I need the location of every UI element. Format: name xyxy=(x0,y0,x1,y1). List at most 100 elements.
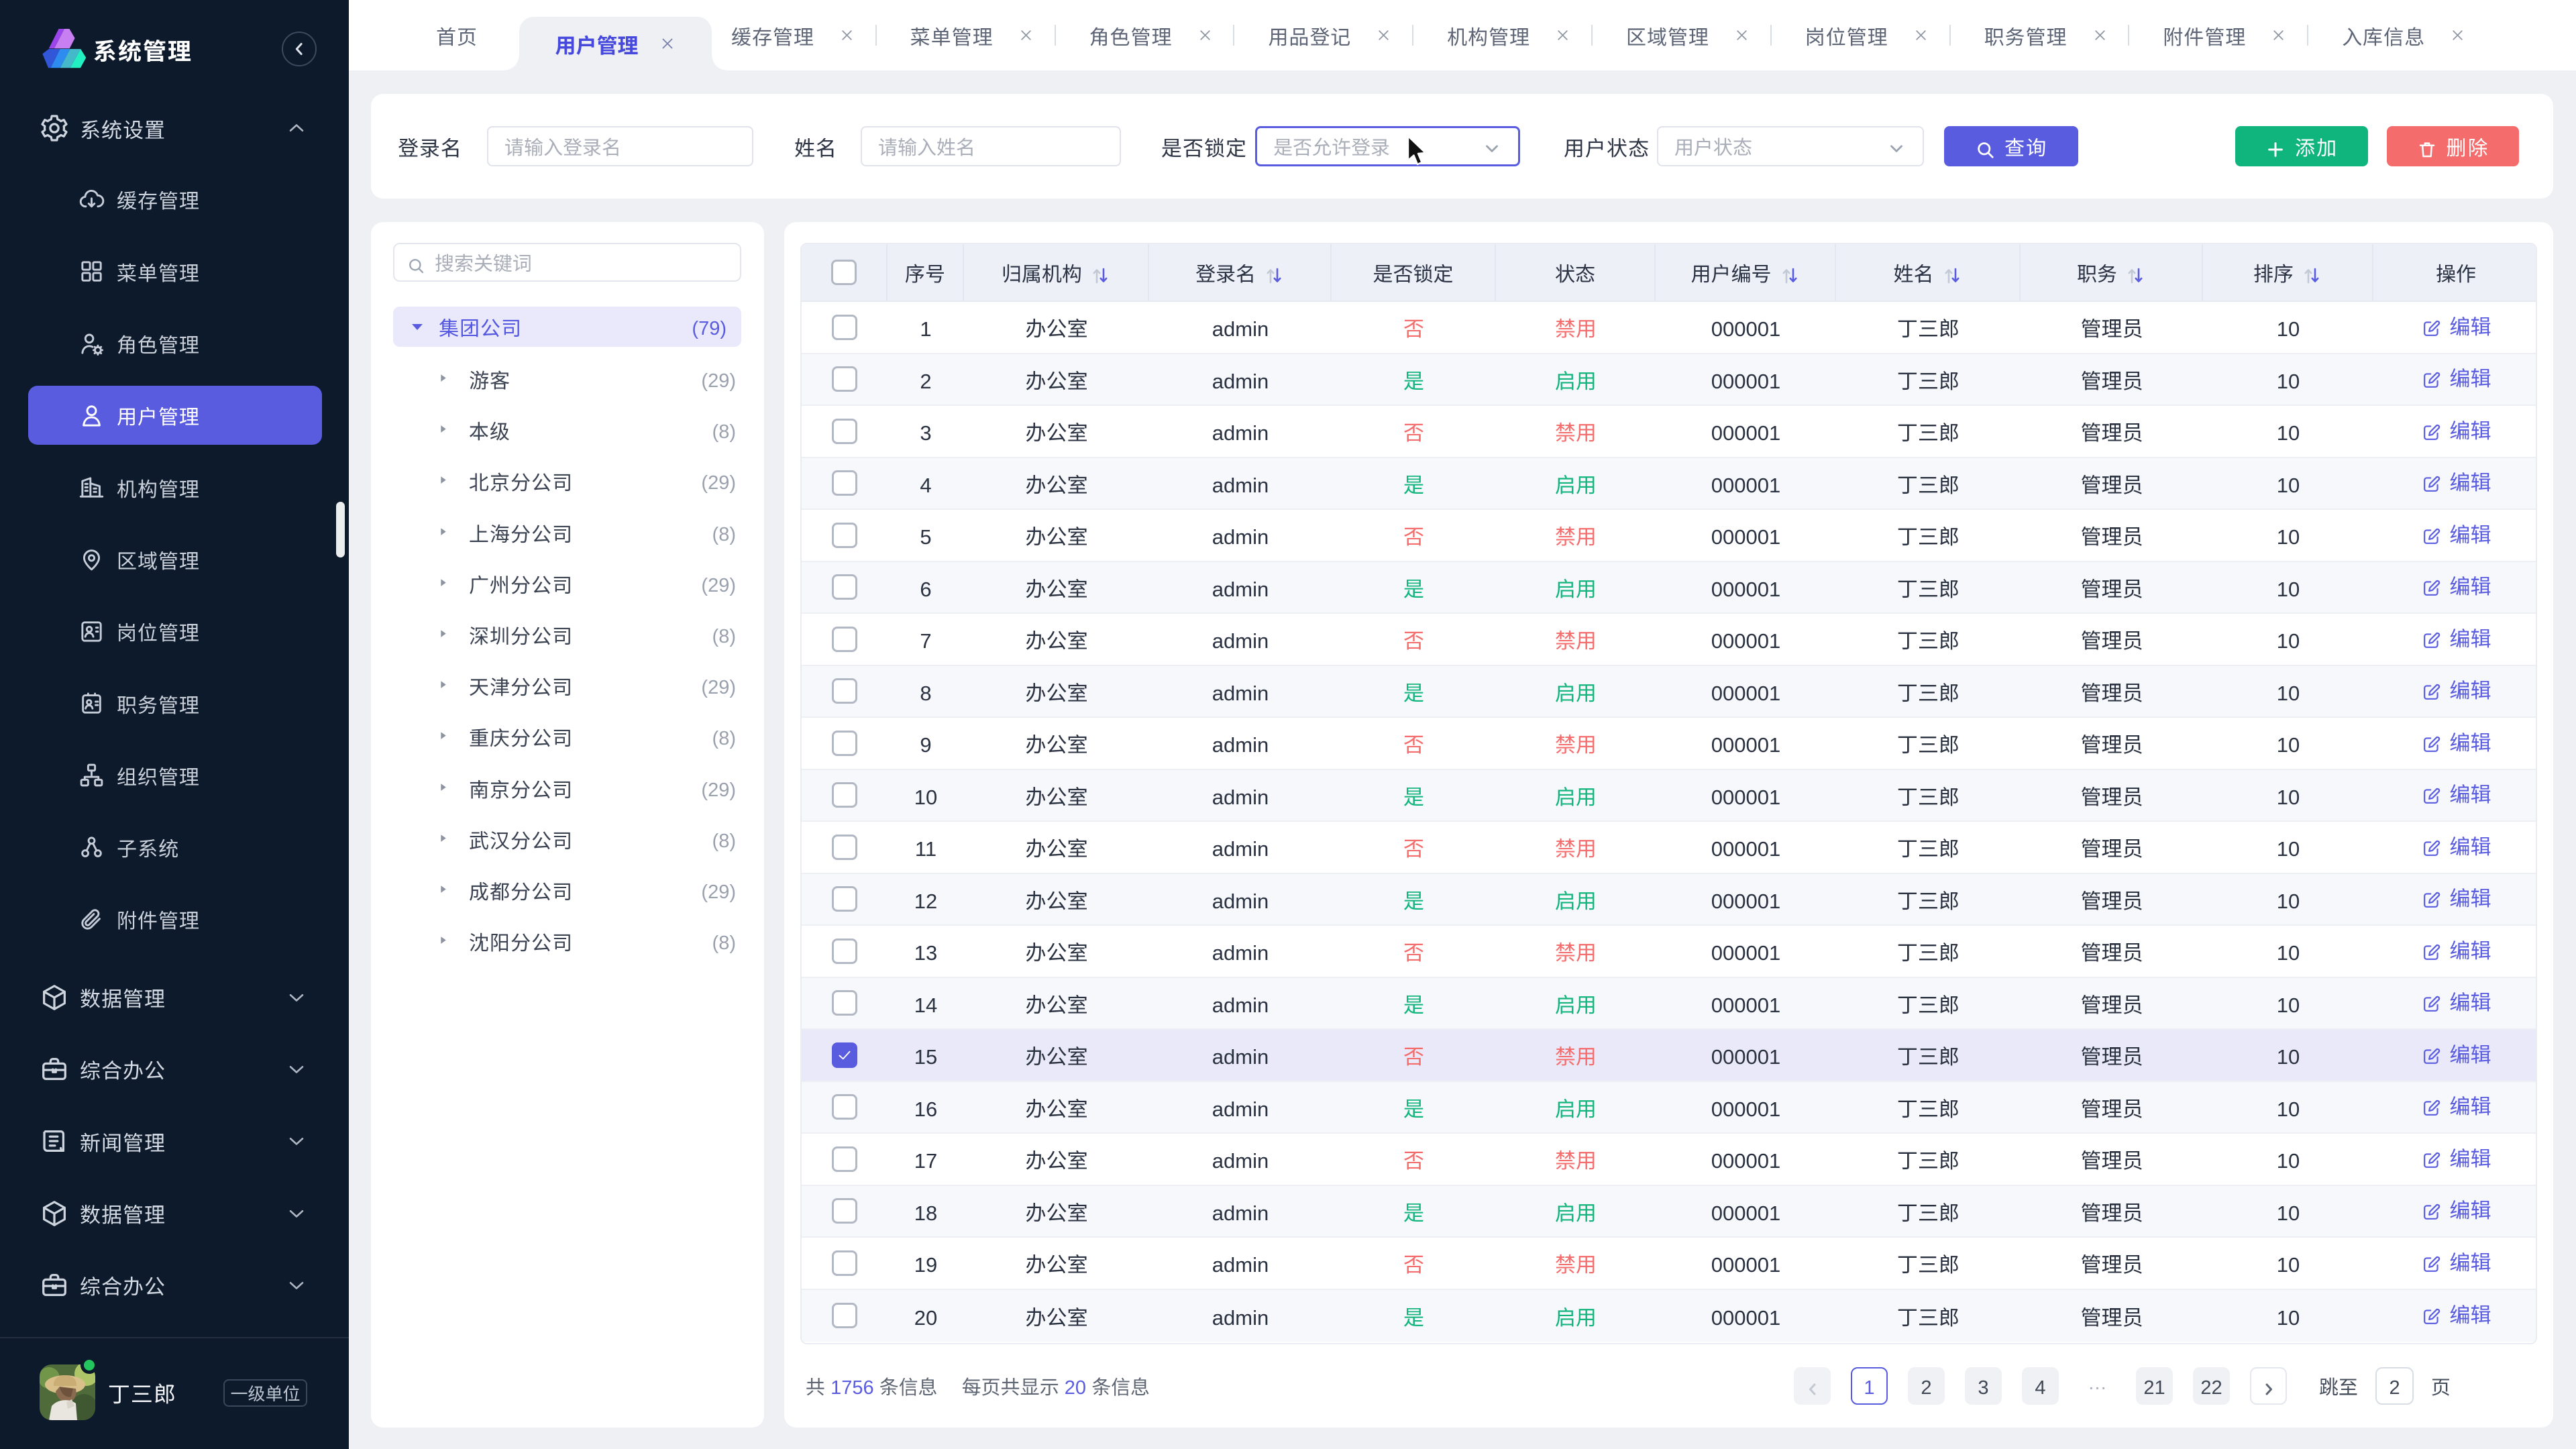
delete-button[interactable]: 删除 xyxy=(2387,126,2519,166)
sidebar-item-nodes[interactable]: 子系统 xyxy=(28,818,322,877)
sidebar-item-grid[interactable]: 菜单管理 xyxy=(28,242,322,301)
sort-icon[interactable] xyxy=(1780,262,1800,282)
sort-icon[interactable] xyxy=(1264,262,1284,282)
search-button[interactable]: 查询 xyxy=(1944,126,2078,166)
page-button-22[interactable]: 22 xyxy=(2193,1367,2230,1405)
page-button-3[interactable]: 3 xyxy=(1965,1367,2002,1405)
row-checkbox[interactable] xyxy=(832,1250,857,1276)
close-icon[interactable] xyxy=(1733,27,1750,44)
edit-button[interactable]: 编辑 xyxy=(2421,1089,2491,1120)
row-checkbox[interactable] xyxy=(832,574,857,600)
add-button[interactable]: 添加 xyxy=(2235,126,2368,166)
sort-icon[interactable] xyxy=(1942,262,1962,282)
tree-node-本级[interactable]: 本级(8) xyxy=(393,405,741,455)
tab-职务管理[interactable]: 职务管理 xyxy=(1984,0,2108,70)
caret-right-icon[interactable] xyxy=(437,831,449,847)
login-filter-input[interactable]: 请输入登录名 xyxy=(487,126,753,166)
edit-button[interactable]: 编辑 xyxy=(2421,934,2491,964)
caret-right-icon[interactable] xyxy=(437,933,449,949)
edit-button[interactable]: 编辑 xyxy=(2421,674,2491,704)
caret-right-icon[interactable] xyxy=(437,525,449,541)
edit-button[interactable]: 编辑 xyxy=(2421,777,2491,808)
row-checkbox[interactable] xyxy=(832,315,857,340)
column-header-职务[interactable]: 职务 xyxy=(2021,244,2203,302)
row-checkbox[interactable] xyxy=(832,731,857,756)
column-header-归属机构[interactable]: 归属机构 xyxy=(964,244,1149,302)
page-button-1[interactable]: 1 xyxy=(1851,1367,1888,1405)
prev-page-button[interactable] xyxy=(1794,1367,1831,1405)
sort-icon[interactable] xyxy=(1090,262,1110,282)
row-checkbox[interactable] xyxy=(832,470,857,496)
row-checkbox[interactable] xyxy=(832,366,857,392)
sidebar-scrollbar-thumb[interactable] xyxy=(336,502,345,557)
edit-button[interactable]: 编辑 xyxy=(2421,310,2491,340)
caret-right-icon[interactable] xyxy=(437,371,449,387)
column-header-姓名[interactable]: 姓名 xyxy=(1836,244,2021,302)
edit-button[interactable]: 编辑 xyxy=(2421,466,2491,496)
next-page-button[interactable] xyxy=(2250,1367,2287,1405)
tab-首页[interactable]: 首页 xyxy=(436,0,478,70)
edit-button[interactable]: 编辑 xyxy=(2421,1038,2491,1068)
sidebar-item-org-chart[interactable]: 组织管理 xyxy=(28,746,322,805)
page-button-2[interactable]: 2 xyxy=(1908,1367,1945,1405)
row-checkbox[interactable] xyxy=(832,938,857,964)
tab-机构管理[interactable]: 机构管理 xyxy=(1447,0,1571,70)
caret-right-icon[interactable] xyxy=(437,627,449,643)
close-icon[interactable] xyxy=(2270,27,2287,44)
sidebar-group-briefcase-1[interactable]: 综合办公 xyxy=(0,1037,349,1102)
close-icon[interactable] xyxy=(659,35,676,52)
edit-button[interactable]: 编辑 xyxy=(2421,1246,2491,1276)
sidebar-group-cube-0[interactable]: 数据管理 xyxy=(0,965,349,1030)
sidebar-group-briefcase-4[interactable]: 综合办公 xyxy=(0,1253,349,1318)
tab-active-用户管理[interactable]: 用户管理 xyxy=(519,17,712,70)
sidebar-item-paperclip[interactable]: 附件管理 xyxy=(28,890,322,949)
caret-right-icon[interactable] xyxy=(437,678,449,694)
column-header-登录名[interactable]: 登录名 xyxy=(1149,244,1332,302)
locked-filter-select[interactable]: 是否允许登录 xyxy=(1255,126,1520,166)
column-header-排序[interactable]: 排序 xyxy=(2203,244,2373,302)
row-checkbox[interactable] xyxy=(832,523,857,548)
close-icon[interactable] xyxy=(1375,27,1392,44)
sidebar-item-building[interactable]: 机构管理 xyxy=(28,458,322,517)
select-all-checkbox[interactable] xyxy=(831,260,857,285)
tree-node-重庆分公司[interactable]: 重庆分公司(8) xyxy=(393,711,741,762)
row-checkbox[interactable] xyxy=(832,782,857,808)
caret-right-icon[interactable] xyxy=(437,882,449,898)
tab-入库信息[interactable]: 入库信息 xyxy=(2342,0,2466,70)
tab-岗位管理[interactable]: 岗位管理 xyxy=(1805,0,1929,70)
edit-button[interactable]: 编辑 xyxy=(2421,1298,2491,1328)
edit-button[interactable]: 编辑 xyxy=(2421,570,2491,600)
name-filter-input[interactable]: 请输入姓名 xyxy=(861,126,1121,166)
caret-right-icon[interactable] xyxy=(437,729,449,745)
row-checkbox[interactable] xyxy=(832,1042,857,1068)
close-icon[interactable] xyxy=(2449,27,2466,44)
page-button-4[interactable]: 4 xyxy=(2022,1367,2059,1405)
edit-button[interactable]: 编辑 xyxy=(2421,985,2491,1016)
sidebar-collapse-button[interactable] xyxy=(282,32,317,66)
sidebar-group-newspaper-2[interactable]: 新闻管理 xyxy=(0,1109,349,1173)
tree-node-北京分公司[interactable]: 北京分公司(29) xyxy=(393,455,741,506)
edit-button[interactable]: 编辑 xyxy=(2421,362,2491,392)
jump-page-input[interactable]: 2 xyxy=(2375,1367,2414,1405)
row-checkbox[interactable] xyxy=(832,1198,857,1224)
tree-node-游客[interactable]: 游客(29) xyxy=(393,354,741,405)
tab-附件管理[interactable]: 附件管理 xyxy=(2163,0,2287,70)
sidebar-item-id-card[interactable]: 岗位管理 xyxy=(28,602,322,661)
close-icon[interactable] xyxy=(1554,27,1571,44)
caret-right-icon[interactable] xyxy=(437,422,449,438)
sidebar-item-cloud-download[interactable]: 缓存管理 xyxy=(28,170,322,229)
tab-菜单管理[interactable]: 菜单管理 xyxy=(910,0,1034,70)
edit-button[interactable]: 编辑 xyxy=(2421,1142,2491,1172)
edit-button[interactable]: 编辑 xyxy=(2421,1193,2491,1224)
row-checkbox[interactable] xyxy=(832,1146,857,1172)
tree-node-天津分公司[interactable]: 天津分公司(29) xyxy=(393,660,741,711)
edit-button[interactable]: 编辑 xyxy=(2421,414,2491,444)
tree-node-武汉分公司[interactable]: 武汉分公司(8) xyxy=(393,814,741,865)
close-icon[interactable] xyxy=(1018,27,1034,44)
row-checkbox[interactable] xyxy=(832,990,857,1016)
caret-down-icon[interactable] xyxy=(411,319,424,335)
row-checkbox[interactable] xyxy=(832,627,857,652)
status-filter-select[interactable]: 用户状态 xyxy=(1657,126,1924,166)
sidebar-section-settings[interactable]: 系统设置 xyxy=(0,96,349,160)
tree-node-成都分公司[interactable]: 成都分公司(29) xyxy=(393,865,741,916)
